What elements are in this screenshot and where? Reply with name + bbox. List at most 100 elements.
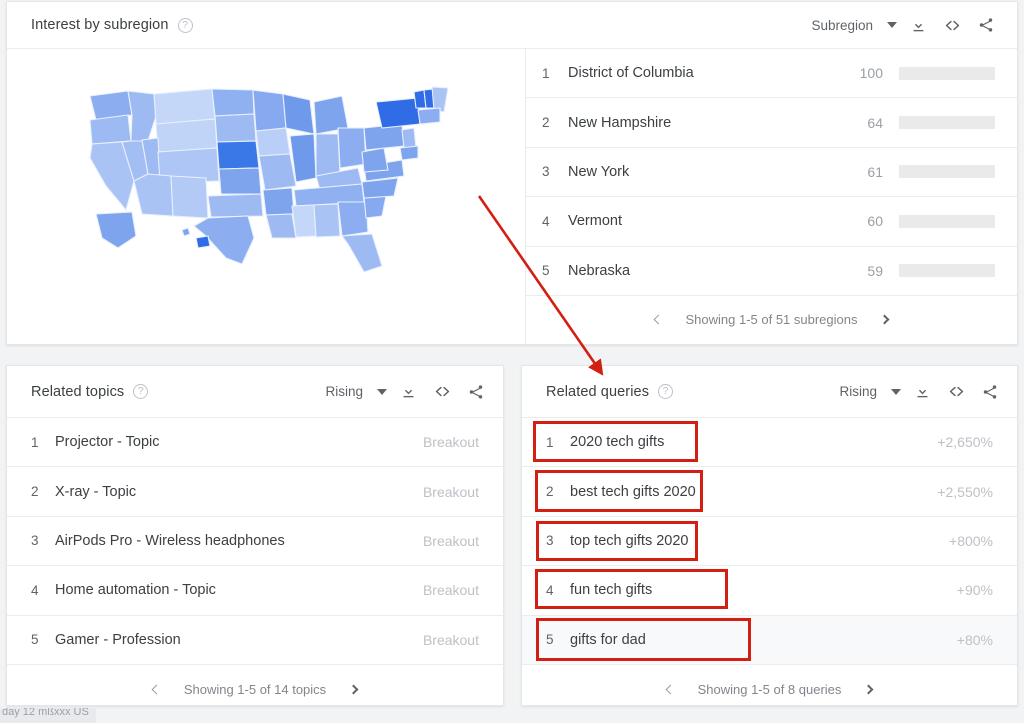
row-subregion-name: Nebraska bbox=[568, 262, 631, 279]
row-rank: 4 bbox=[542, 213, 550, 229]
embed-code-icon[interactable] bbox=[425, 375, 459, 409]
related-topics-panel: Related topics ? Rising 1 Projector - To… bbox=[6, 365, 504, 706]
chevron-down-icon bbox=[887, 22, 897, 28]
related-queries-pager: Showing 1-5 of 8 queries bbox=[522, 663, 1017, 715]
item-label: fun tech gifts bbox=[570, 582, 653, 599]
list-item[interactable]: 3 AirPods Pro - Wireless headphones Brea… bbox=[7, 515, 503, 565]
table-row[interactable]: 2 New Hampshire 64 bbox=[526, 98, 1017, 148]
row-bar-track bbox=[899, 264, 995, 278]
item-value: Breakout bbox=[422, 532, 479, 549]
list-item[interactable]: 5 Gamer - Profession Breakout bbox=[7, 614, 503, 664]
list-item[interactable]: 1 2020 tech gifts +2,650% bbox=[522, 417, 1017, 466]
list-item[interactable]: 3 top tech gifts 2020 +800% bbox=[522, 515, 1017, 565]
row-value: 61 bbox=[867, 163, 883, 180]
chevron-down-icon bbox=[377, 388, 387, 395]
row-value: 64 bbox=[867, 114, 883, 131]
item-value: +90% bbox=[956, 582, 993, 599]
related-topics-sort-value: Rising bbox=[325, 384, 363, 399]
list-item[interactable]: 2 best tech gifts 2020 +2,550% bbox=[522, 466, 1017, 515]
help-circle-icon[interactable]: ? bbox=[133, 384, 149, 399]
row-subregion-name: Vermont bbox=[568, 213, 622, 230]
subregion-pager: Showing 1-5 of 51 subregions bbox=[526, 296, 1017, 344]
item-value: Breakout bbox=[422, 434, 479, 451]
list-item[interactable]: 4 fun tech gifts +90% bbox=[522, 565, 1017, 614]
related-topics-sort-select[interactable]: Rising bbox=[317, 378, 391, 405]
download-icon[interactable] bbox=[901, 8, 935, 42]
related-topics-header: Related topics ? Rising bbox=[7, 366, 503, 417]
item-label: best tech gifts 2020 bbox=[570, 483, 696, 500]
chevron-left-icon[interactable] bbox=[144, 677, 170, 703]
related-topics-actions: Rising bbox=[317, 375, 493, 409]
related-queries-actions: Rising bbox=[831, 375, 1007, 409]
item-label: AirPods Pro - Wireless headphones bbox=[55, 532, 285, 549]
subregion-granularity-value: Subregion bbox=[811, 17, 873, 33]
table-row[interactable]: 5 Nebraska 59 bbox=[526, 247, 1017, 296]
item-rank: 2 bbox=[546, 484, 554, 500]
subregion-panel-body: 1 District of Columbia 100 2 New Hampshi… bbox=[7, 49, 1017, 344]
related-topics-list: 1 Projector - Topic Breakout 2 X-ray - T… bbox=[7, 417, 503, 664]
embed-code-icon[interactable] bbox=[935, 8, 969, 42]
item-value: +800% bbox=[949, 532, 993, 549]
list-item[interactable]: 5 gifts for dad +80% bbox=[522, 614, 1017, 664]
related-queries-list: 1 2020 tech gifts +2,650% 2 best tech gi… bbox=[522, 417, 1017, 664]
row-subregion-name: District of Columbia bbox=[568, 65, 694, 82]
subregion-pager-text: Showing 1-5 of 51 subregions bbox=[685, 312, 858, 328]
row-bar-track bbox=[899, 214, 995, 228]
chevron-down-icon bbox=[891, 388, 901, 395]
item-rank: 1 bbox=[546, 434, 554, 450]
download-icon[interactable] bbox=[391, 375, 425, 409]
related-queries-pager-text: Showing 1-5 of 8 queries bbox=[697, 682, 842, 698]
item-rank: 4 bbox=[546, 582, 554, 598]
row-value: 100 bbox=[859, 65, 883, 82]
item-label: Gamer - Profession bbox=[55, 631, 181, 648]
related-topics-title: Related topics bbox=[31, 383, 125, 400]
page-title: Interest by subregion bbox=[31, 17, 169, 33]
item-label: gifts for dad bbox=[570, 631, 646, 648]
subregion-ranked-list: 1 District of Columbia 100 2 New Hampshi… bbox=[526, 49, 1017, 344]
table-row[interactable]: 1 District of Columbia 100 bbox=[526, 49, 1017, 99]
item-label: Home automation - Topic bbox=[55, 582, 216, 599]
related-queries-sort-select[interactable]: Rising bbox=[831, 378, 905, 405]
table-row[interactable]: 4 Vermont 60 bbox=[526, 197, 1017, 247]
help-circle-icon[interactable]: ? bbox=[177, 17, 193, 33]
item-value: +2,650% bbox=[937, 434, 993, 451]
row-bar-track bbox=[899, 165, 995, 179]
item-label: Projector - Topic bbox=[55, 434, 160, 451]
share-icon[interactable] bbox=[973, 375, 1007, 409]
list-item[interactable]: 1 Projector - Topic Breakout bbox=[7, 417, 503, 466]
download-icon[interactable] bbox=[905, 375, 939, 409]
related-queries-title: Related queries bbox=[546, 383, 650, 400]
item-rank: 3 bbox=[31, 533, 39, 549]
item-rank: 3 bbox=[546, 533, 554, 549]
embed-code-icon[interactable] bbox=[939, 375, 973, 409]
item-label: X-ray - Topic bbox=[55, 483, 137, 500]
row-rank: 5 bbox=[542, 263, 550, 279]
row-bar-track bbox=[899, 66, 995, 80]
item-rank: 5 bbox=[546, 632, 554, 648]
chevron-right-icon[interactable] bbox=[872, 307, 898, 333]
subregion-granularity-select[interactable]: Subregion bbox=[803, 12, 901, 39]
item-value: +80% bbox=[956, 631, 993, 648]
chevron-right-icon[interactable] bbox=[340, 677, 366, 703]
item-rank: 4 bbox=[31, 582, 39, 598]
share-icon[interactable] bbox=[969, 8, 1003, 42]
subregion-panel-header: Interest by subregion ? Subregion bbox=[7, 2, 1017, 49]
related-queries-header: Related queries ? Rising bbox=[522, 366, 1017, 417]
item-value: +2,550% bbox=[937, 483, 993, 500]
help-circle-icon[interactable]: ? bbox=[658, 384, 674, 399]
list-item[interactable]: 2 X-ray - Topic Breakout bbox=[7, 466, 503, 515]
us-choropleth-map[interactable] bbox=[7, 49, 526, 344]
list-item[interactable]: 4 Home automation - Topic Breakout bbox=[7, 565, 503, 614]
share-icon[interactable] bbox=[459, 375, 493, 409]
row-value: 60 bbox=[867, 213, 883, 230]
chevron-right-icon[interactable] bbox=[855, 677, 881, 703]
item-label: top tech gifts 2020 bbox=[570, 532, 689, 549]
cut-off-status-chip: day 12 mßxxx US bbox=[0, 708, 96, 723]
related-queries-panel: Related queries ? Rising 1 2020 tech gif… bbox=[521, 365, 1018, 706]
item-rank: 5 bbox=[31, 632, 39, 648]
chevron-left-icon[interactable] bbox=[658, 677, 684, 703]
row-value: 59 bbox=[867, 262, 883, 279]
table-row[interactable]: 3 New York 61 bbox=[526, 148, 1017, 198]
row-bar-track bbox=[899, 116, 995, 130]
chevron-left-icon[interactable] bbox=[645, 307, 671, 333]
